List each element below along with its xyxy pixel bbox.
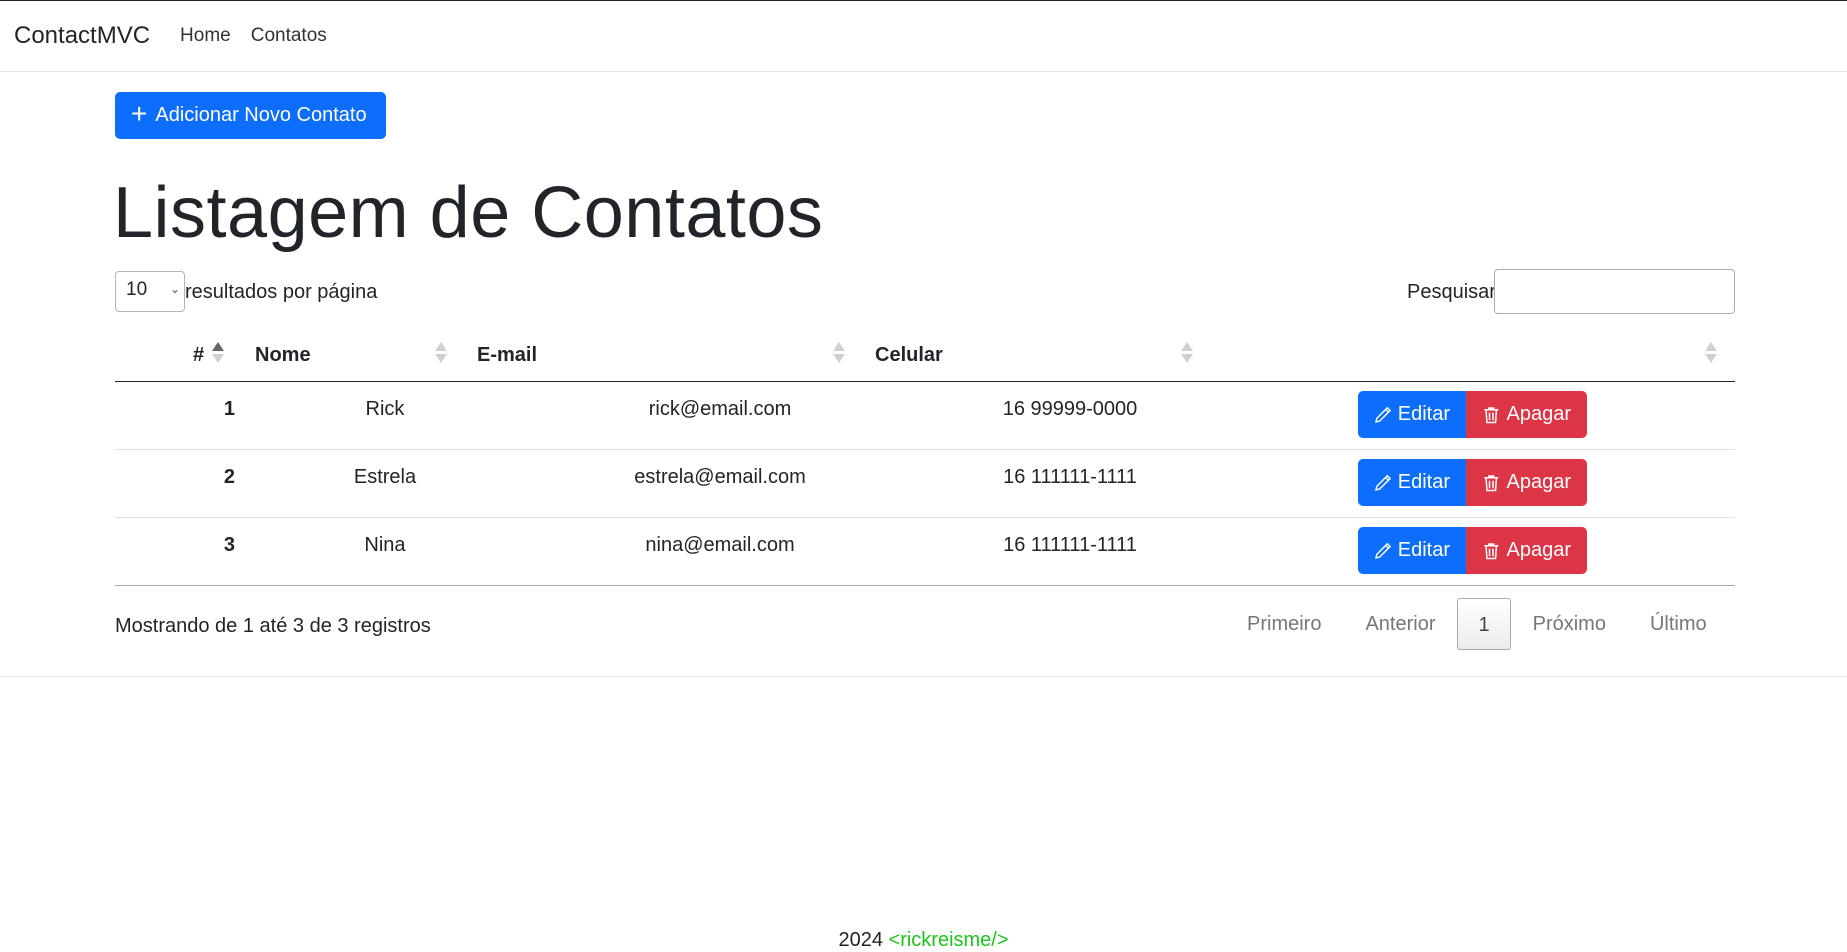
footer-year: 2024: [838, 929, 883, 951]
sort-icon[interactable]: [1181, 340, 1195, 366]
row-id: 2: [223, 466, 235, 488]
table-header: # Nome E-mail Celular: [115, 332, 1735, 382]
search-label: Pesquisar: [1407, 281, 1496, 303]
navbar-brand[interactable]: ContactMVC: [14, 22, 150, 50]
row-celular: 16 99999-0000: [1002, 398, 1138, 420]
edit-button[interactable]: Editar: [1358, 459, 1466, 506]
pagination-first[interactable]: Primeiro: [1225, 598, 1343, 650]
chevron-down-icon: ⌄: [169, 282, 180, 296]
footer-handle[interactable]: <rickreisme/>: [889, 929, 1009, 951]
edit-label: Editar: [1397, 471, 1450, 493]
row-nome: Estrela: [353, 466, 417, 488]
pagination-previous[interactable]: Anterior: [1343, 598, 1457, 650]
column-header-celular[interactable]: Celular: [875, 344, 943, 367]
pencil-icon: [1375, 406, 1392, 423]
edit-button[interactable]: Editar: [1358, 527, 1466, 574]
nav-link-home[interactable]: Home: [180, 25, 231, 47]
page-title: Listagem de Contatos: [113, 173, 824, 253]
delete-button[interactable]: Apagar: [1466, 527, 1587, 574]
row-nome: Rick: [365, 398, 405, 420]
sort-icon[interactable]: [1705, 340, 1719, 366]
delete-label: Apagar: [1506, 539, 1572, 561]
add-contact-label: Adicionar Novo Contato: [155, 104, 367, 126]
nav-link-contatos[interactable]: Contatos: [251, 25, 327, 47]
plus-icon: +: [131, 98, 148, 129]
sort-asc-icon[interactable]: [212, 340, 226, 366]
pagination-next[interactable]: Próximo: [1511, 598, 1628, 650]
row-actions: Editar Apagar: [1358, 459, 1587, 506]
row-email: rick@email.com: [648, 398, 792, 420]
column-header-nome[interactable]: Nome: [255, 344, 311, 367]
edit-label: Editar: [1397, 539, 1450, 561]
row-email: estrela@email.com: [634, 466, 806, 488]
row-actions: Editar Apagar: [1358, 527, 1587, 574]
trash-icon: [1484, 474, 1499, 491]
contacts-table: # Nome E-mail Celular 1 Rick rick@email.…: [115, 332, 1735, 586]
row-actions: Editar Apagar: [1358, 391, 1587, 438]
delete-button[interactable]: Apagar: [1466, 459, 1587, 506]
footer: 2024 <rickreisme/>: [0, 929, 1847, 952]
table-info: Mostrando de 1 até 3 de 3 registros: [115, 615, 431, 637]
sort-icon[interactable]: [833, 340, 847, 366]
row-email: nina@email.com: [645, 534, 795, 556]
delete-button[interactable]: Apagar: [1466, 391, 1587, 438]
pagination: Primeiro Anterior 1 Próximo Último: [1225, 598, 1729, 650]
navbar: ContactMVC Home Contatos: [0, 1, 1847, 72]
trash-icon: [1484, 542, 1499, 559]
add-contact-button[interactable]: + Adicionar Novo Contato: [115, 92, 386, 139]
row-celular: 16 111111-1111: [1003, 466, 1137, 488]
page-length-value: 10: [126, 279, 148, 300]
table-row: 1 Rick rick@email.com 16 99999-0000 Edit…: [115, 382, 1735, 450]
trash-icon: [1484, 406, 1499, 423]
sort-icon[interactable]: [435, 340, 449, 366]
pagination-current-page[interactable]: 1: [1457, 598, 1511, 650]
edit-button[interactable]: Editar: [1358, 391, 1466, 438]
table-row: 2 Estrela estrela@email.com 16 111111-11…: [115, 450, 1735, 518]
row-id: 1: [223, 398, 235, 420]
pencil-icon: [1375, 542, 1392, 559]
pencil-icon: [1375, 474, 1392, 491]
search-input[interactable]: [1494, 269, 1735, 314]
edit-label: Editar: [1397, 403, 1450, 425]
column-header-email[interactable]: E-mail: [477, 344, 537, 367]
page-length-select[interactable]: 10 ⌄: [115, 271, 185, 312]
pagination-last[interactable]: Último: [1628, 598, 1729, 650]
column-header-id[interactable]: #: [193, 344, 204, 367]
row-celular: 16 111111-1111: [1003, 534, 1137, 556]
row-nome: Nina: [364, 534, 406, 556]
content-divider: [0, 676, 1847, 677]
page-length-label: resultados por página: [185, 281, 378, 303]
table-row: 3 Nina nina@email.com 16 111111-1111 Edi…: [115, 518, 1735, 586]
delete-label: Apagar: [1506, 403, 1572, 425]
delete-label: Apagar: [1506, 471, 1572, 493]
row-id: 3: [223, 534, 235, 556]
